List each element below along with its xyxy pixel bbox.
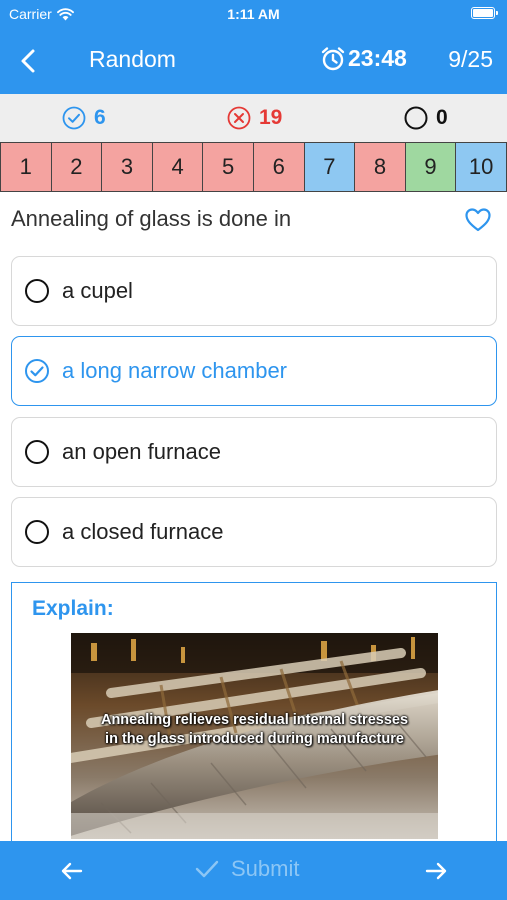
app-header: Carrier 1:11 AM Random 23:48 9/25	[0, 0, 507, 94]
question-cell[interactable]: 1	[0, 142, 52, 192]
radio-circle-icon	[25, 440, 49, 464]
empty-circle-icon	[404, 106, 428, 130]
question-cell[interactable]: 8	[354, 142, 406, 192]
question-cell[interactable]: 6	[252, 142, 305, 192]
caption-line-1: Annealing relieves residual internal str…	[100, 712, 409, 728]
check-circle-icon	[62, 106, 86, 130]
wrong-count-value: 19	[259, 106, 283, 129]
radio-circle-icon	[25, 520, 49, 544]
question-cell[interactable]: 10	[455, 142, 507, 192]
back-button[interactable]	[14, 46, 44, 76]
caption-line-2: in the glass introduced during manufactu…	[105, 731, 404, 747]
status-bar: Carrier 1:11 AM	[0, 4, 507, 24]
question-cell[interactable]: 5	[202, 142, 254, 192]
check-circle-icon	[25, 359, 49, 383]
arrow-left-icon[interactable]	[58, 857, 86, 885]
question-cell[interactable]: 7	[303, 142, 356, 192]
submit-button[interactable]: Submit	[195, 856, 299, 882]
status-time: 1:11 AM	[227, 6, 280, 22]
timer-value: 23:48	[348, 45, 407, 71]
x-circle-icon	[227, 106, 251, 130]
submit-label: Submit	[231, 856, 300, 881]
answer-option-label: a closed furnace	[62, 519, 224, 544]
answer-option-label: a long narrow chamber	[62, 358, 288, 383]
answer-option-label: an open furnace	[62, 439, 222, 464]
question-text: Annealing of glass is done in	[11, 206, 292, 231]
explanation-image: Annealing relieves residual internal str…	[71, 633, 438, 839]
quiz-timer: 23:48	[320, 45, 407, 72]
unanswered-count: 0	[404, 106, 448, 130]
answer-option-label: a cupel	[62, 278, 133, 303]
question-progress: 9/25	[448, 46, 493, 72]
explanation-title: Explain:	[32, 597, 114, 620]
correct-count: 6	[62, 106, 106, 130]
alarm-clock-icon	[321, 46, 345, 70]
nav-row: Random 23:48 9/25	[0, 36, 507, 84]
answer-option[interactable]: a long narrow chamber	[11, 336, 497, 406]
page-title: Random	[89, 46, 176, 72]
bottom-toolbar: Submit	[0, 841, 507, 900]
radio-circle-icon	[25, 279, 49, 303]
question-cell[interactable]: 4	[151, 142, 204, 192]
battery-icon	[471, 7, 498, 19]
question-cell[interactable]: 2	[50, 142, 103, 192]
question-navigator: 1 2 3 4 5 6 7 8 9 10	[0, 142, 507, 192]
unanswered-count-value: 0	[436, 106, 448, 129]
heart-icon[interactable]	[464, 206, 492, 234]
checkmark-icon	[195, 860, 219, 878]
arrow-right-icon[interactable]	[422, 857, 450, 885]
answer-option[interactable]: an open furnace	[11, 417, 497, 487]
score-bar: 6 19 0	[0, 94, 507, 142]
explanation-caption: Annealing relieves residual internal str…	[71, 711, 438, 749]
answer-option[interactable]: a cupel	[11, 256, 497, 326]
correct-count-value: 6	[94, 106, 106, 129]
question-cell[interactable]: 3	[101, 142, 153, 192]
wrong-count: 19	[227, 106, 282, 130]
question-cell[interactable]: 9	[404, 142, 457, 192]
answer-option[interactable]: a closed furnace	[11, 497, 497, 567]
explanation-panel: Explain: Annealing relieves residual int…	[11, 582, 497, 852]
